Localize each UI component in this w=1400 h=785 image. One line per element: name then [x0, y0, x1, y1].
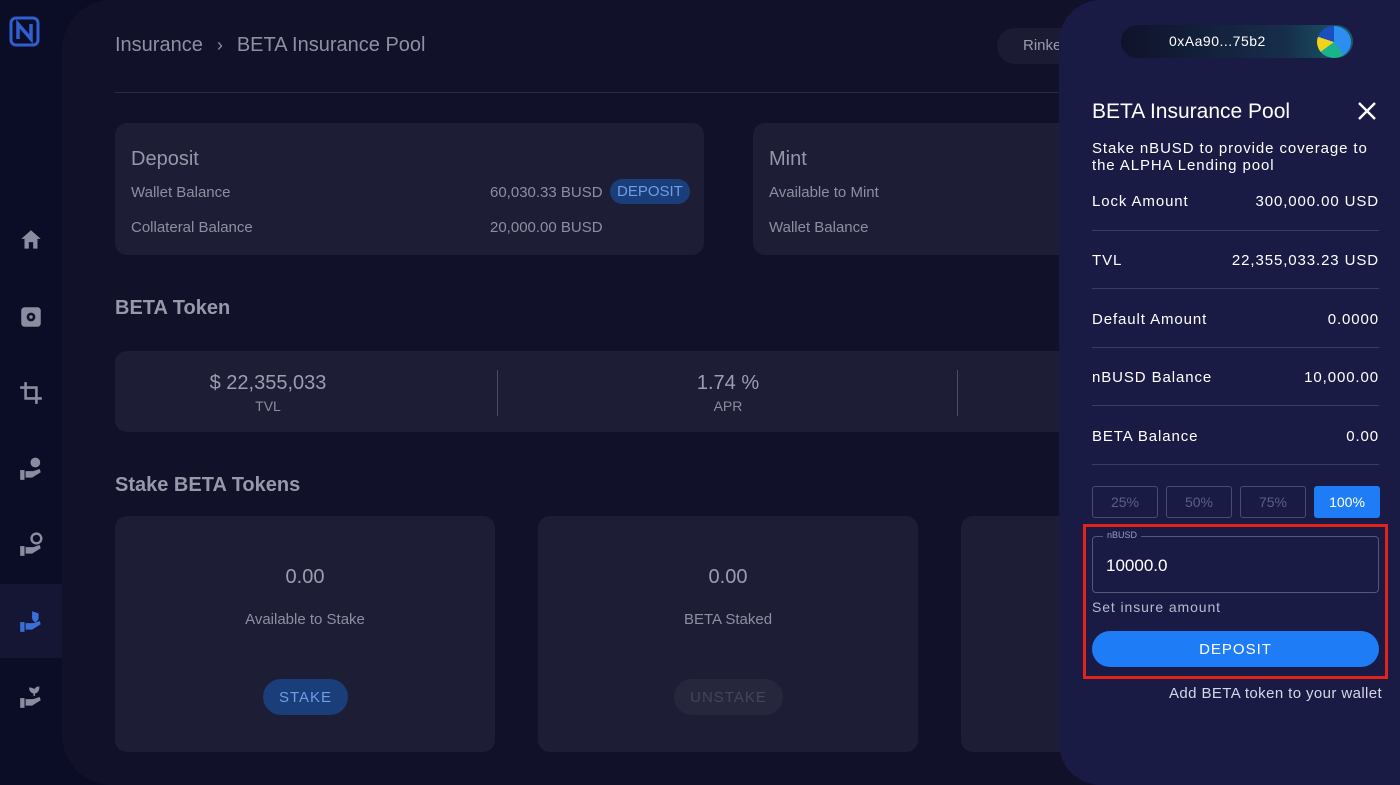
add-beta-token-link[interactable]: Add BETA token to your wallet [1169, 685, 1382, 702]
drawer-description: Stake nBUSD to provide coverage to the A… [1092, 140, 1368, 174]
beta-staked-value: 0.00 [708, 566, 748, 588]
nbusd-balance-label: nBUSD Balance [1092, 369, 1213, 386]
available-to-stake-value: 0.00 [285, 566, 325, 588]
available-to-mint-label: Available to Mint [769, 184, 879, 201]
nbusd-balance-row: nBUSD Balance 10,000.00 [1092, 348, 1379, 406]
hand-gear-icon [20, 532, 43, 556]
wallet-balance-value: 60,030.33 BUSD [490, 184, 603, 201]
drawer-title: BETA Insurance Pool [1092, 100, 1291, 123]
nbusd-amount-field: nBUSD [1092, 530, 1379, 593]
deposit-card: Deposit Wallet Balance 60,030.33 BUSD DE… [115, 123, 704, 255]
tvl-label: TVL [255, 398, 281, 414]
collateral-balance-label: Collateral Balance [131, 219, 253, 236]
deposit-card-title: Deposit [131, 148, 199, 170]
mint-card-title: Mint [769, 148, 807, 170]
percent-100-button[interactable]: 100% [1314, 486, 1380, 518]
side-rail [0, 0, 62, 785]
lock-amount-value: 300,000.00 USD [1255, 193, 1379, 210]
apr-value: 1.74 % [696, 372, 760, 394]
breadcrumb: Insurance › BETA Insurance Pool [115, 34, 425, 57]
mint-card: Mint Available to Mint Wallet Balance [753, 123, 1083, 255]
breadcrumb-root[interactable]: Insurance [115, 34, 203, 57]
nav-insurance[interactable] [0, 584, 62, 658]
stake-button[interactable]: STAKE [263, 679, 348, 715]
tvl-value: 22,355,033.23 USD [1231, 252, 1379, 269]
nbusd-amount-input[interactable] [1106, 555, 1366, 577]
header-divider [115, 92, 1075, 93]
breadcrumb-current: BETA Insurance Pool [236, 34, 426, 56]
beta-balance-row: BETA Balance 0.00 [1092, 407, 1379, 465]
beta-balance-value: 0.00 [1346, 428, 1379, 445]
percent-50-button[interactable]: 50% [1166, 486, 1232, 518]
stake-heading: Stake BETA Tokens [115, 474, 301, 496]
beta-staked-card: 0.00 BETA Staked UNSTAKE [538, 516, 918, 752]
lock-amount-label: Lock Amount [1092, 193, 1189, 210]
available-to-stake-card: 0.00 Available to Stake STAKE [115, 516, 495, 752]
default-amount-label: Default Amount [1092, 311, 1208, 328]
beta-staked-label: BETA Staked [683, 611, 773, 628]
nbusd-balance-value: 10,000.00 [1304, 369, 1379, 386]
apr-label: APR [713, 398, 743, 414]
lock-amount-row: Lock Amount 300,000.00 USD [1092, 173, 1379, 231]
deposit-button[interactable]: DEPOSIT [1092, 631, 1379, 667]
default-amount-value: 0.0000 [1327, 311, 1379, 328]
insure-helper-text: Set insure amount [1092, 599, 1221, 615]
nav-crop[interactable] [0, 356, 62, 430]
available-to-stake-label: Available to Stake [245, 611, 365, 628]
hand-coin-icon [20, 457, 41, 480]
deposit-card-button[interactable]: DEPOSIT [610, 179, 690, 204]
hand-plant-icon [20, 686, 41, 708]
beta-token-stats: $ 22,355,033 TVL 1.74 % APR [115, 351, 1085, 432]
tvl-row: TVL 22,355,033.23 USD [1092, 231, 1379, 289]
nav-home[interactable] [0, 203, 62, 277]
beta-token-heading: BETA Token [115, 297, 231, 319]
insurance-drawer: 0xAa90...75b2 BETA Insurance Pool Stake … [1059, 0, 1400, 785]
nav-lending[interactable] [0, 432, 62, 506]
stat-divider [497, 370, 498, 416]
stat-divider [957, 370, 958, 416]
hand-shield-icon [20, 611, 41, 632]
collateral-balance-value: 20,000.00 BUSD [490, 219, 603, 236]
nav-settings-pool[interactable] [0, 508, 62, 582]
nav-farming[interactable] [0, 660, 62, 734]
crop-icon [20, 382, 42, 404]
nav-vault[interactable] [0, 280, 62, 354]
chevron-right-icon: › [216, 35, 223, 55]
logo[interactable] [9, 16, 40, 47]
percent-25-button[interactable]: 25% [1092, 486, 1158, 518]
wallet-balance-label: Wallet Balance [131, 184, 231, 201]
default-amount-row: Default Amount 0.0000 [1092, 290, 1379, 348]
app-root: Insurance › BETA Insurance Pool Rinke De… [0, 0, 1400, 785]
unstake-button[interactable]: UNSTAKE [674, 679, 783, 715]
close-icon[interactable] [1356, 100, 1378, 122]
tvl-value: $ 22,355,033 [209, 372, 327, 394]
home-icon [21, 230, 41, 249]
wallet-avatar[interactable] [1317, 26, 1351, 58]
nbusd-field-legend: nBUSD [1103, 530, 1142, 540]
tvl-label: TVL [1092, 252, 1123, 269]
vault-icon [21, 307, 41, 327]
percent-75-button[interactable]: 75% [1240, 486, 1306, 518]
beta-balance-label: BETA Balance [1092, 428, 1199, 445]
mint-wallet-balance-label: Wallet Balance [769, 219, 869, 236]
